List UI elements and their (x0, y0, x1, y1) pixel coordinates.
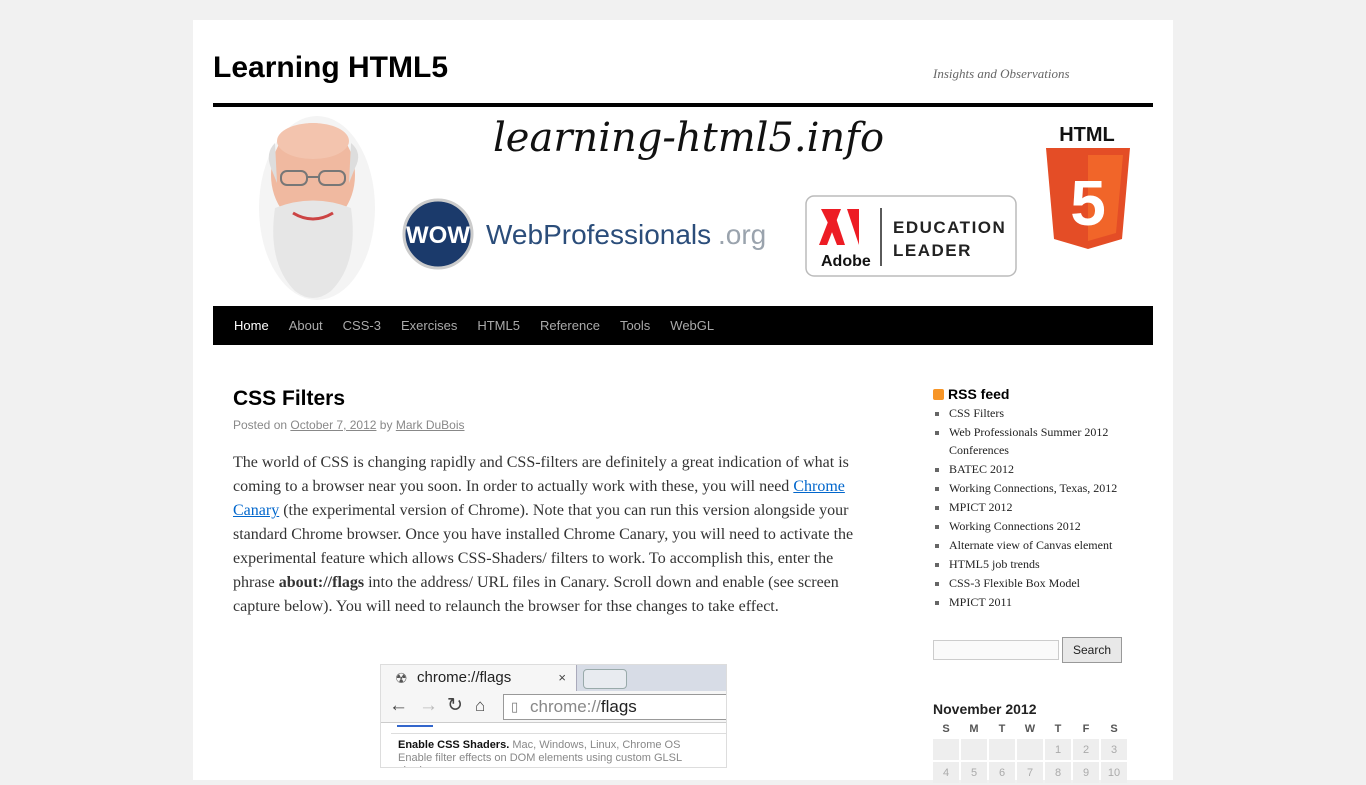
nav-item-webgl[interactable]: WebGL (660, 306, 724, 345)
rss-item: HTML5 job trends (949, 555, 1153, 573)
forward-arrow-icon: → (419, 695, 438, 716)
rss-list: CSS Filters Web Professionals Summer 201… (933, 404, 1153, 611)
radiation-icon: ☢ (395, 670, 408, 686)
rss-item: BATEC 2012 (949, 460, 1153, 478)
weekday-header: M (969, 722, 979, 735)
page-icon: ▯ (511, 699, 519, 714)
calendar-day (961, 739, 987, 760)
nav-item-html5[interactable]: HTML5 (467, 306, 530, 345)
svg-text:5: 5 (1070, 167, 1106, 239)
nav-item-tools[interactable]: Tools (610, 306, 660, 345)
site-description: Insights and Observations (933, 66, 1070, 81)
calendar-day: 10 (1101, 762, 1127, 783)
html5-logo: HTML 5 (1046, 124, 1130, 249)
post-paragraph: The world of CSS is changing rapidly and… (233, 454, 854, 615)
screenshot-omnibox: ▯ chrome://flags (503, 694, 726, 720)
rss-item: MPICT 2011 (949, 593, 1153, 611)
weekday-header: F (1082, 722, 1090, 735)
rss-item: CSS Filters (949, 404, 1153, 422)
calendar-day: 1 (1045, 739, 1071, 760)
search-form: Search (933, 637, 1153, 663)
rss-item: Alternate view of Canvas element (949, 536, 1153, 554)
rss-item: MPICT 2012 (949, 498, 1153, 516)
post-date-link[interactable]: October 7, 2012 (290, 418, 376, 432)
header-banner: learning-html5.info WOW WebProfessionals… (213, 113, 1153, 306)
webprofessionals-org-text: .org (718, 219, 766, 250)
calendar-day (933, 739, 959, 760)
new-tab-icon (583, 669, 627, 689)
calendar-caption: November 2012 (933, 701, 1037, 717)
rss-icon[interactable] (933, 388, 944, 400)
rss-widget-title: RSS feed (933, 386, 1153, 402)
tab-close-icon: × (558, 670, 566, 685)
calendar-day: 8 (1045, 762, 1071, 783)
main-navigation: Home About CSS-3 Exercises HTML5 Referen… (213, 306, 1153, 345)
by-label: by (379, 418, 393, 432)
weekday-header: S (942, 722, 950, 735)
post-body: The world of CSS is changing rapidly and… (233, 451, 873, 619)
site-title[interactable]: Learning HTML5 (213, 50, 448, 86)
svg-text:EDUCATION: EDUCATION (893, 218, 1006, 237)
svg-text:Adobe: Adobe (821, 253, 871, 270)
svg-text:LEADER: LEADER (893, 241, 972, 260)
webprofessionals-text: WebProfessionals (486, 219, 711, 250)
post-author-link[interactable]: Mark DuBois (396, 418, 465, 432)
flag-divider (391, 733, 726, 734)
about-flags-text: about://flags (278, 574, 365, 591)
post-meta: Posted on October 7, 2012 by Mark DuBois (233, 417, 873, 433)
nav-item-exercises[interactable]: Exercises (391, 306, 467, 345)
header-divider (213, 103, 1153, 107)
screenshot-tab: ☢ chrome://flags × (381, 665, 577, 691)
posted-on-label: Posted on (233, 418, 288, 432)
calendar-day: 9 (1073, 762, 1099, 783)
sidebar: RSS feed CSS Filters Web Professionals S… (933, 386, 1153, 785)
nav-item-reference[interactable]: Reference (530, 306, 610, 345)
author-portrait-image (259, 116, 375, 300)
search-button[interactable]: Search (1062, 637, 1122, 663)
page-wrapper: Learning HTML5 Insights and Observations… (193, 20, 1173, 783)
svg-text:WOW: WOW (406, 222, 470, 249)
flag-entry: Enable CSS Shaders. Mac, Windows, Linux,… (398, 739, 682, 767)
calendar-day (1017, 739, 1043, 760)
screenshot-tab-bar: ☢ chrome://flags × (381, 665, 726, 691)
calendar-day: 5 (961, 762, 987, 783)
weekday-header: S (1110, 722, 1118, 735)
screenshot-toolbar: ← → ↻ ⌂ ▯ chrome://flags (381, 691, 726, 723)
post-title[interactable]: CSS Filters (233, 386, 873, 412)
calendar-widget: November 2012 S M T W T F S 1 2 3 4 5 6 … (933, 700, 1153, 785)
reload-icon: ↻ (447, 695, 463, 716)
calendar-day: 2 (1073, 739, 1099, 760)
calendar-day (989, 739, 1015, 760)
search-input[interactable] (933, 640, 1059, 660)
rss-item: Web Professionals Summer 2012 Conference… (949, 423, 1153, 459)
calendar-day: 3 (1101, 739, 1127, 760)
chrome-flags-screenshot: ☢ chrome://flags × ← → ↻ ⌂ ▯ chrome://fl… (380, 664, 727, 768)
nav-item-css-3[interactable]: CSS-3 (333, 306, 391, 345)
rss-item: Working Connections 2012 (949, 517, 1153, 535)
wow-logo: WOW (402, 198, 474, 270)
nav-item-home[interactable]: Home (224, 306, 279, 345)
nav-item-about[interactable]: About (279, 306, 333, 345)
svg-text:HTML: HTML (1059, 124, 1115, 146)
weekday-header: T (1054, 722, 1062, 735)
calendar-day: 4 (933, 762, 959, 783)
weekday-header: T (998, 722, 1006, 735)
post-content-area: CSS Filters Posted on October 7, 2012 by… (233, 386, 873, 768)
calendar-day: 7 (1017, 762, 1043, 783)
scroll-highlight (397, 725, 433, 727)
rss-item: Working Connections, Texas, 2012 (949, 479, 1153, 497)
calendar-table: S M T W T F S 1 2 3 4 5 6 7 8 9 10 (931, 718, 1129, 785)
home-icon: ⌂ (475, 696, 486, 715)
back-arrow-icon: ← (389, 695, 408, 716)
calendar-day: 6 (989, 762, 1015, 783)
rss-item: CSS-3 Flexible Box Model (949, 574, 1153, 592)
adobe-education-leader-logo: Adobe EDUCATION LEADER (805, 195, 1017, 277)
banner-domain-text: learning-html5.info (493, 115, 884, 161)
weekday-header: W (1024, 722, 1036, 735)
